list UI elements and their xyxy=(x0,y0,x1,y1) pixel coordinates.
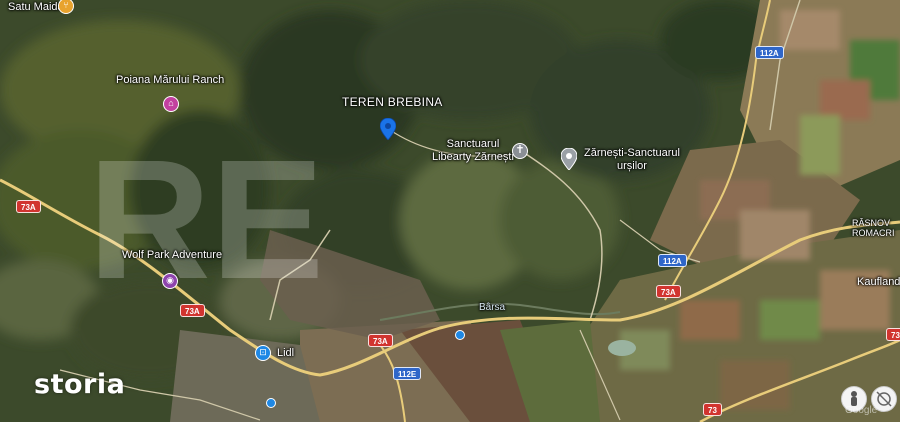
place-pin-icon[interactable] xyxy=(561,148,577,170)
cross-icon[interactable]: ✝ xyxy=(512,143,528,159)
place-label-sanctuarul-libearty[interactable]: Sanctuarul Libearty Zărnești xyxy=(432,138,514,164)
route-shield-112a: 112A xyxy=(755,46,784,59)
route-shield-73a: 73A xyxy=(368,334,393,347)
route-shield-73: 73 xyxy=(703,403,722,416)
hotel-icon[interactable]: ⌂ xyxy=(163,96,179,112)
place-label-lidl[interactable]: Lidl xyxy=(277,347,294,360)
place-label-rasnov[interactable]: RÂSNOV ROMACRI xyxy=(852,218,895,238)
shopping-cart-icon[interactable]: ⊡ xyxy=(255,345,271,361)
bus-stop-icon[interactable] xyxy=(455,330,465,340)
place-label-wolf-park[interactable]: Wolf Park Adventure xyxy=(122,249,222,262)
route-shield-73: 73 xyxy=(886,328,900,341)
route-shield-112e: 112E xyxy=(393,367,422,380)
place-label-kaufland[interactable]: Kaufland xyxy=(857,276,900,289)
river-label-barsa: Bârsa xyxy=(479,302,506,313)
storia-logo: storia xyxy=(34,369,126,400)
watermark: RE xyxy=(88,128,324,308)
attraction-icon[interactable]: ◉ xyxy=(162,273,178,289)
selected-location-pin-icon[interactable] xyxy=(380,118,396,140)
route-shield-73a: 73A xyxy=(16,200,41,213)
watermark-text: RE xyxy=(88,128,324,308)
bus-stop-icon[interactable] xyxy=(266,398,276,408)
place-label-zarnesti-sanctuarul[interactable]: Zărnești-Sanctuarul urșilor xyxy=(584,147,680,173)
place-label-poiana-marului[interactable]: Poiana Mărului Ranch xyxy=(116,74,224,87)
place-label-teren-brebina[interactable]: TEREN BREBINA xyxy=(342,96,443,109)
route-shield-73a: 73A xyxy=(180,304,205,317)
satellite-map[interactable]: RE Satu Maidali ⑂ Poiana Mărului Ranch ⌂… xyxy=(0,0,900,422)
route-shield-112a: 112A xyxy=(658,254,687,267)
map-attribution: Google xyxy=(845,405,878,416)
route-shield-73a: 73A xyxy=(656,285,681,298)
